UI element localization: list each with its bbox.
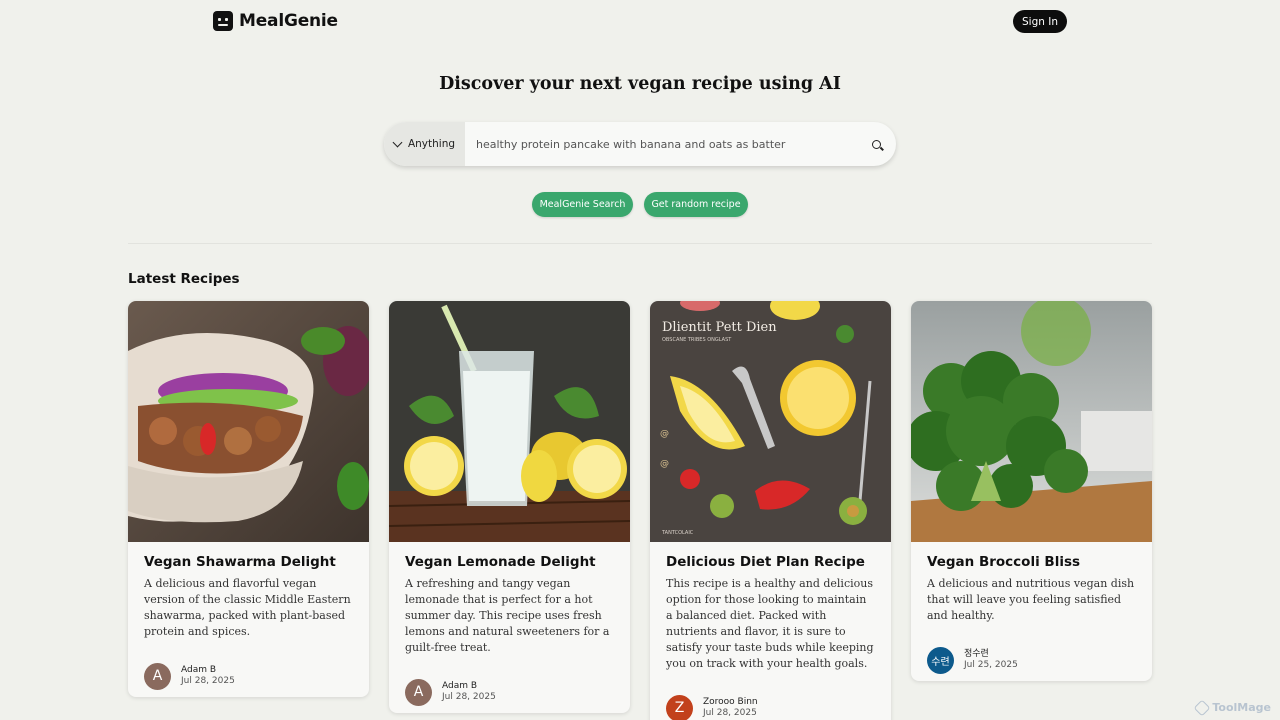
sign-in-button[interactable]: Sign In [1013, 10, 1067, 33]
image-caption: TANTCOLAIC [661, 530, 694, 536]
toolmage-logo-icon [1193, 699, 1211, 716]
recipe-author: A Adam B Jul 28, 2025 [389, 656, 630, 713]
watermark: ToolMage [1193, 699, 1271, 716]
recipe-card[interactable]: Vegan Lemonade Delight A refreshing and … [389, 301, 630, 713]
logo[interactable]: MealGenie [213, 11, 338, 31]
avatar: A [405, 678, 432, 706]
image-caption: Dlientit Pett Dien [662, 320, 777, 335]
recipe-image: Dlientit Pett Dien OBSCANE TRIBES ONGLAS… [650, 301, 891, 542]
recipe-image [389, 301, 630, 542]
latest-recipes-heading: Latest Recipes [128, 271, 240, 287]
robot-icon [213, 11, 233, 31]
recipe-author: Z Zorooo Binn Jul 28, 2025 [650, 672, 891, 720]
mealgenie-search-button[interactable]: MealGenie Search [532, 192, 633, 217]
post-date: Jul 28, 2025 [703, 708, 757, 718]
search-icon [871, 139, 881, 149]
random-recipe-button[interactable]: Get random recipe [644, 192, 748, 217]
avatar: 수련 [927, 646, 954, 674]
recipe-author: A Adam B Jul 28, 2025 [128, 640, 369, 697]
recipe-card[interactable]: Vegan Broccoli Bliss A delicious and nut… [911, 301, 1152, 681]
image-caption: OBSCANE TRIBES ONGLAST [662, 337, 732, 343]
divider [128, 243, 1152, 244]
hero-title: Discover your next vegan recipe using AI [0, 74, 1280, 94]
search-input[interactable] [465, 122, 856, 166]
search-submit-button[interactable] [856, 122, 896, 166]
recipe-description: A refreshing and tangy vegan lemonade th… [405, 577, 610, 654]
post-date: Jul 25, 2025 [964, 660, 1018, 670]
app-name: MealGenie [239, 11, 338, 31]
author-name: 정수련 [964, 648, 989, 659]
recipe-description: A delicious and nutritious vegan dish th… [927, 577, 1135, 622]
category-dropdown[interactable]: Anything [384, 122, 465, 166]
search-bar: Anything [384, 122, 896, 166]
recipe-card[interactable]: Dlientit Pett Dien OBSCANE TRIBES ONGLAS… [650, 301, 891, 720]
recipe-title: Vegan Shawarma Delight [144, 554, 336, 570]
author-name: Adam B [181, 664, 217, 675]
svg-text:@: @ [660, 429, 669, 439]
hero-title-start: Discover your next [439, 74, 629, 94]
chevron-down-icon [392, 137, 403, 147]
recipe-title: Vegan Lemonade Delight [405, 554, 596, 570]
avatar: Z [666, 694, 693, 720]
post-date: Jul 28, 2025 [181, 676, 235, 686]
top-bar: MealGenie Sign In [0, 0, 1280, 44]
avatar: A [144, 662, 171, 690]
recipe-author: 수련 정수련 Jul 25, 2025 [911, 624, 1152, 681]
author-name: Zorooo Binn [703, 696, 758, 707]
recipe-title: Delicious Diet Plan Recipe [666, 554, 865, 570]
recipe-card[interactable]: Vegan Shawarma Delight A delicious and f… [128, 301, 369, 697]
recipe-description: This recipe is a healthy and delicious o… [666, 577, 874, 670]
svg-text:@: @ [660, 459, 669, 469]
watermark-text: ToolMage [1212, 701, 1271, 714]
post-date: Jul 28, 2025 [442, 692, 496, 702]
author-name: Adam B [442, 680, 478, 691]
category-dropdown-label: Anything [407, 138, 456, 150]
recipe-title: Vegan Broccoli Bliss [927, 554, 1081, 570]
recipe-description: A delicious and flavorful vegan version … [144, 577, 351, 638]
recipe-image [911, 301, 1152, 542]
hero-title-diet: vegan [628, 74, 686, 94]
recipe-image [128, 301, 369, 542]
hero-title-end: recipe using AI [685, 74, 841, 94]
